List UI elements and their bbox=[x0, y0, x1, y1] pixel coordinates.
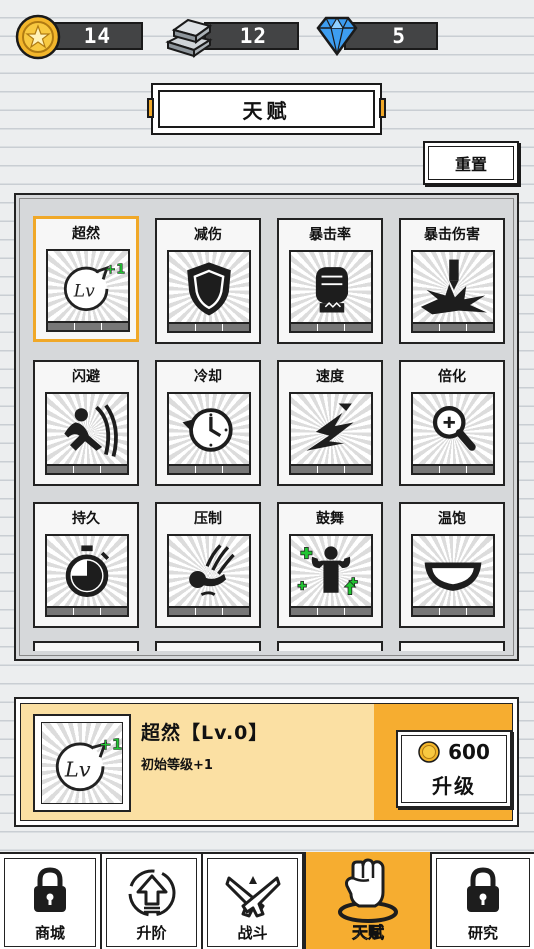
talent-level-bar bbox=[411, 466, 495, 475]
inspire-icon bbox=[289, 534, 373, 608]
talent-name: 闪避 bbox=[72, 369, 100, 385]
talent-card-dodge[interactable]: 闪避 bbox=[33, 360, 139, 486]
upgrade-button-label: 升级 bbox=[432, 774, 476, 798]
nav-item-battle[interactable]: 战斗 bbox=[203, 854, 304, 949]
talent-name: 鼓舞 bbox=[316, 511, 344, 527]
talent-name: 压制 bbox=[194, 511, 222, 527]
lock-icon bbox=[467, 867, 499, 912]
talent-name: 速度 bbox=[316, 369, 344, 385]
nav-item-shop[interactable]: 商城 bbox=[0, 854, 102, 949]
dodge-icon bbox=[45, 392, 129, 466]
svg-text:+1: +1 bbox=[99, 736, 122, 754]
page-title: 天赋 bbox=[147, 83, 386, 135]
detail-talent-description: 初始等级+1 bbox=[141, 758, 213, 773]
resource-bar: 14 12 5 bbox=[14, 14, 520, 60]
svg-text:Lv: Lv bbox=[64, 757, 91, 781]
talent-detail-body: Lv +1 超然【Lv.0】 初始等级+1 600 升级 bbox=[20, 703, 513, 821]
nav-label: 战斗 bbox=[237, 924, 268, 942]
nav-item-research[interactable]: 研究 bbox=[432, 854, 534, 949]
shield-icon bbox=[167, 250, 251, 324]
talent-grid-panel[interactable]: 超然 Lv +1 减伤 暴击率 暴击伤害 闪避 冷却 速度 倍化 持久 压制 鼓… bbox=[14, 193, 519, 661]
title-tab-left bbox=[147, 98, 154, 118]
title-tab-right bbox=[379, 98, 386, 118]
talent-card-partial[interactable] bbox=[399, 641, 505, 651]
talent-card-multiply[interactable]: 倍化 bbox=[399, 360, 505, 486]
talent-level-bar bbox=[45, 466, 129, 475]
detail-talent-name: 超然【Lv.0】 bbox=[141, 722, 269, 744]
nav-label: 升阶 bbox=[136, 924, 167, 942]
talent-card-inspire[interactable]: 鼓舞 bbox=[277, 502, 383, 628]
talent-level-bar bbox=[289, 466, 373, 475]
bowl-icon bbox=[411, 534, 495, 608]
stopwatch-icon bbox=[45, 534, 129, 608]
talent-card-suppress[interactable]: 压制 bbox=[155, 502, 261, 628]
talent-card-satiety[interactable]: 温饱 bbox=[399, 502, 505, 628]
talent-name: 暴击伤害 bbox=[424, 227, 480, 243]
svg-text:Lv: Lv bbox=[73, 281, 95, 301]
nav-label: 研究 bbox=[467, 924, 498, 942]
reset-button-label: 重置 bbox=[428, 146, 514, 180]
talent-level-bar bbox=[289, 324, 373, 333]
talent-name: 冷却 bbox=[194, 369, 222, 385]
talent-level-bar bbox=[46, 323, 130, 332]
talent-card-endurance[interactable]: 持久 bbox=[33, 502, 139, 628]
reset-button[interactable]: 重置 bbox=[423, 141, 519, 185]
upgrade-button[interactable]: 600 升级 bbox=[396, 730, 512, 808]
talent-name: 超然 bbox=[72, 226, 100, 242]
upgrade-cost: 600 bbox=[398, 740, 510, 764]
talent-name: 倍化 bbox=[438, 369, 466, 385]
talent-card-speed[interactable]: 速度 bbox=[277, 360, 383, 486]
talent-level-bar bbox=[167, 608, 251, 617]
fist-icon bbox=[289, 250, 373, 324]
bottom-nav: 商城 升阶 战斗 天赋 研究 bbox=[0, 852, 534, 949]
nav-label: 商城 bbox=[34, 924, 65, 942]
talent-name: 减伤 bbox=[194, 227, 222, 243]
talent-card-partial[interactable] bbox=[33, 641, 139, 651]
talent-card-crit-rate[interactable]: 暴击率 bbox=[277, 218, 383, 344]
talent-card-damage-reduction[interactable]: 减伤 bbox=[155, 218, 261, 344]
silver-count: 12 bbox=[239, 24, 267, 48]
silver-ingot-icon bbox=[165, 18, 213, 58]
page-title-text: 天赋 bbox=[158, 90, 375, 128]
talent-name: 温饱 bbox=[438, 511, 466, 527]
fist-icon bbox=[338, 858, 398, 923]
talent-card-crit-damage[interactable]: 暴击伤害 bbox=[399, 218, 505, 344]
talent-level-bar bbox=[289, 608, 373, 617]
talent-level-bar bbox=[45, 608, 129, 617]
talent-level-bar bbox=[167, 324, 251, 333]
talent-name: 持久 bbox=[72, 511, 100, 527]
level-up-icon: Lv +1 bbox=[41, 722, 123, 804]
svg-text:+1: +1 bbox=[105, 263, 125, 278]
upgrade-cost-value: 600 bbox=[448, 740, 490, 764]
talent-level-bar bbox=[411, 324, 495, 333]
nav-item-talent[interactable]: 天赋 bbox=[304, 852, 432, 949]
magnify-icon bbox=[411, 392, 495, 466]
lock-icon bbox=[34, 867, 66, 912]
speed-icon bbox=[289, 392, 373, 466]
talent-name: 暴击率 bbox=[309, 227, 351, 243]
diamond-icon bbox=[316, 16, 358, 57]
talent-level-bar bbox=[167, 466, 251, 475]
crossed-guns-icon bbox=[225, 876, 280, 918]
gold-coin-icon bbox=[418, 741, 440, 763]
talent-grid-viewport: 超然 Lv +1 减伤 暴击率 暴击伤害 闪避 冷却 速度 倍化 持久 压制 鼓… bbox=[19, 198, 514, 656]
gold-coin-icon bbox=[15, 14, 61, 60]
talent-card-partial[interactable] bbox=[155, 641, 261, 651]
talent-card-transcend[interactable]: 超然 Lv +1 bbox=[33, 216, 139, 342]
coin-counter: 14 bbox=[52, 22, 143, 50]
level-up-icon: Lv +1 bbox=[46, 249, 130, 323]
talent-detail-panel: Lv +1 超然【Lv.0】 初始等级+1 600 升级 bbox=[14, 697, 519, 827]
talent-card-cooldown[interactable]: 冷却 bbox=[155, 360, 261, 486]
nav-item-advance[interactable]: 升阶 bbox=[102, 854, 203, 949]
upgrade-arrow-icon bbox=[128, 869, 175, 917]
talent-level-bar bbox=[411, 608, 495, 617]
coin-count: 14 bbox=[83, 24, 111, 48]
cooldown-clock-icon bbox=[167, 392, 251, 466]
nav-label: 天赋 bbox=[351, 923, 385, 943]
talent-card-partial[interactable] bbox=[277, 641, 383, 651]
suppress-icon bbox=[167, 534, 251, 608]
silver-counter: 12 bbox=[204, 22, 299, 50]
detail-talent-icon: Lv +1 bbox=[33, 714, 131, 812]
critical-burst-icon bbox=[411, 250, 495, 324]
